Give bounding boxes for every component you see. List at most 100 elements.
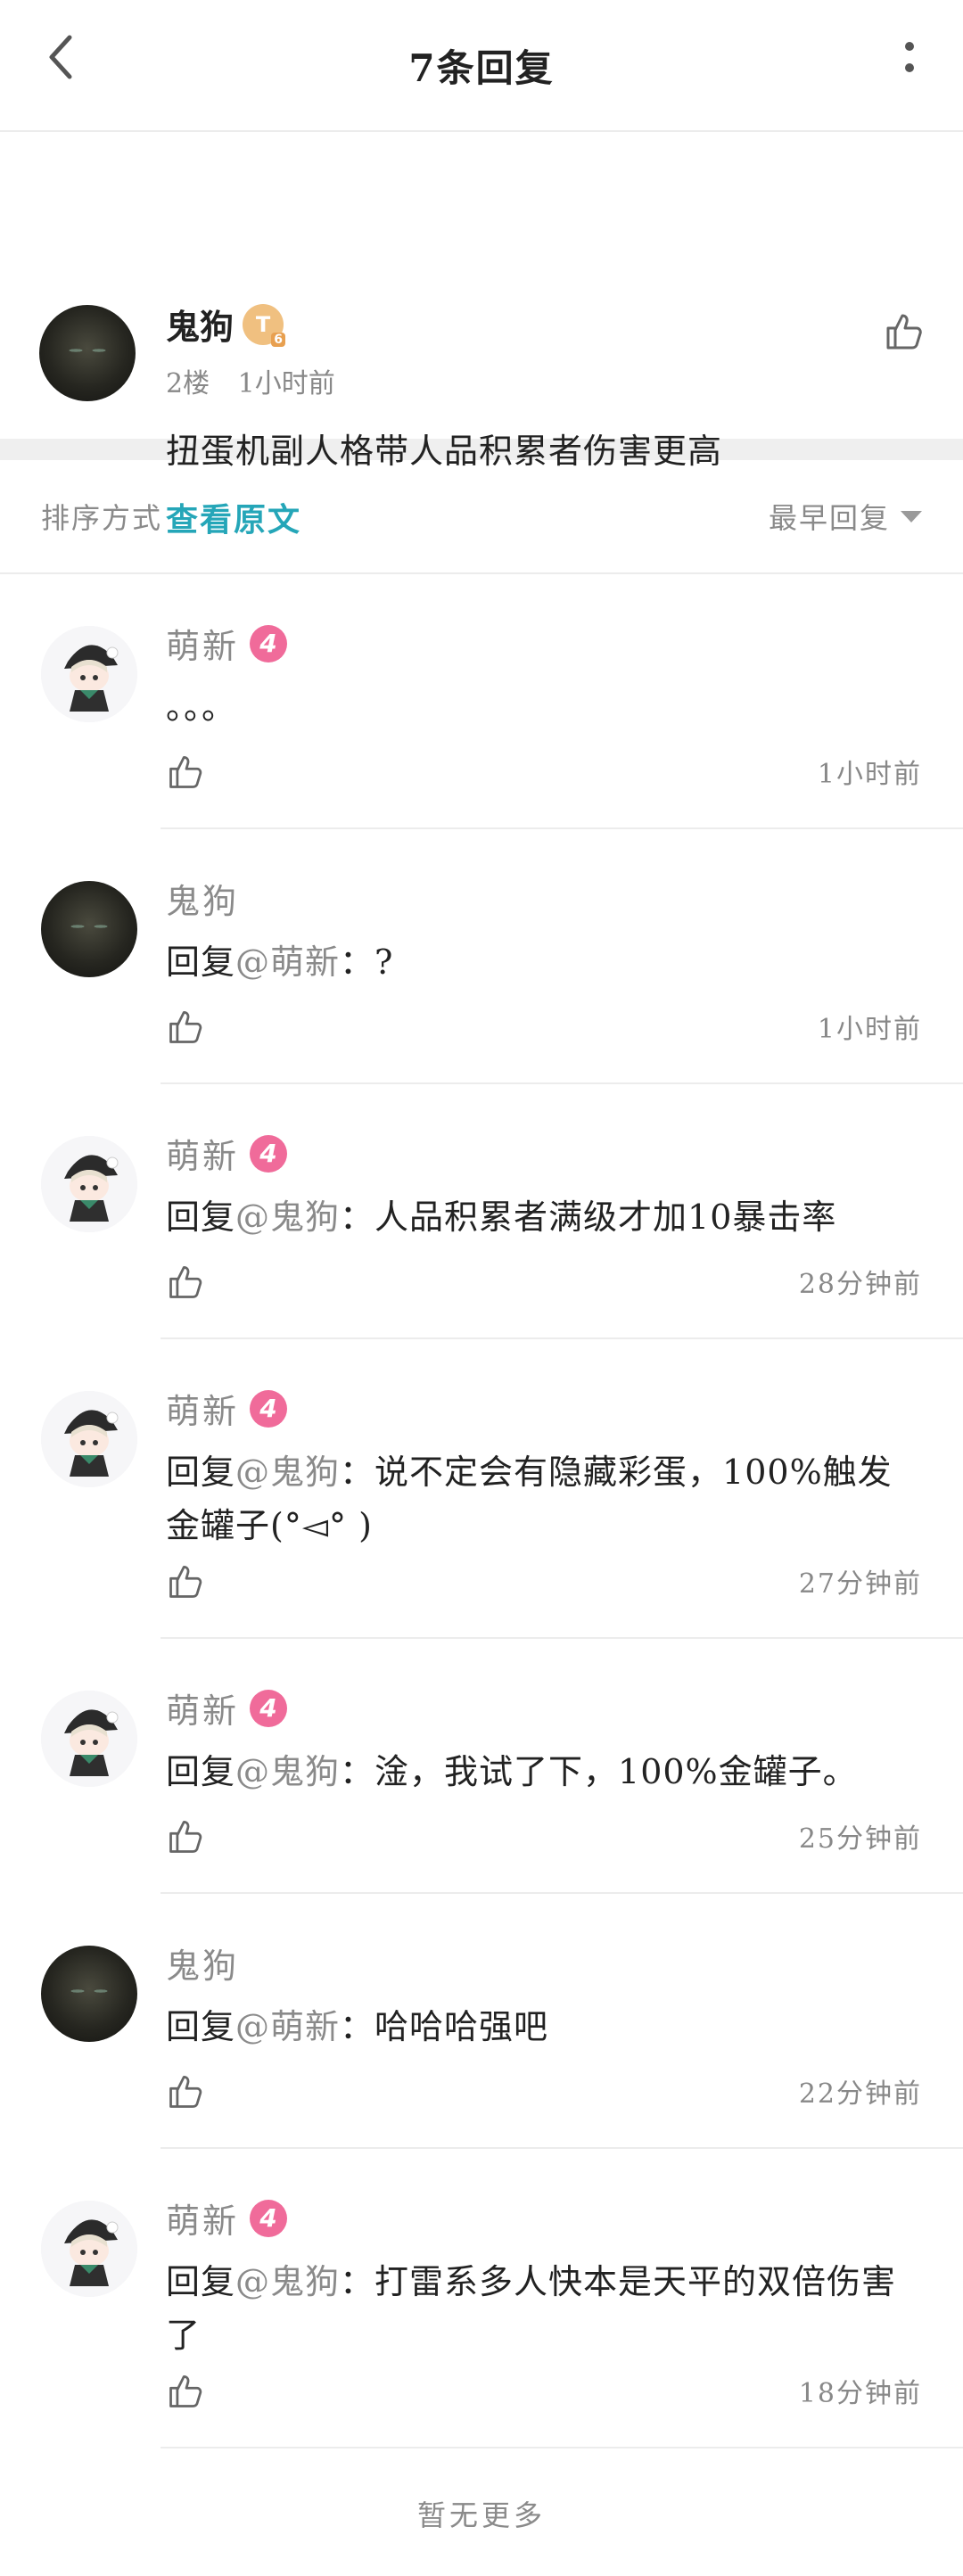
post-meta: 2楼 1小时前	[166, 361, 924, 400]
original-post: 鬼狗 T 6 2楼 1小时前 扭蛋机副人格带人品积累者伤害更高 查看原文	[0, 132, 963, 539]
page-title: 7条回复	[408, 45, 555, 90]
reply-time: 18分钟前	[798, 2378, 922, 2409]
reply-author-name[interactable]: 萌新	[166, 1129, 239, 1178]
reply-list: 萌新 4。。。 1小时前 鬼狗 回复@萌新：? 1小时前 萌新 4 回复@鬼狗：人品积累者满级才…	[0, 574, 963, 2448]
reply-mention[interactable]: @鬼狗	[235, 1197, 340, 1237]
thumbs-up-icon[interactable]	[166, 1815, 207, 1856]
view-original-link[interactable]: 查看原文	[166, 494, 924, 540]
thumbs-up-icon[interactable]	[883, 309, 927, 353]
reply-time: 1小时前	[817, 1014, 922, 1045]
reply-footer: 18分钟前	[166, 2370, 922, 2411]
reply-author-row: 萌新 4	[166, 1129, 922, 1178]
reply-time: 22分钟前	[798, 2078, 922, 2110]
avatar[interactable]	[41, 1946, 137, 2042]
reply-time: 27分钟前	[798, 1568, 922, 1600]
reply-content: 鬼狗回复@萌新：?	[166, 874, 922, 989]
thumbs-up-icon[interactable]	[166, 2070, 207, 2111]
reply-footer: 27分钟前	[166, 1560, 922, 1601]
reply-text: 回复@鬼狗：淦，我试了下，100%金罐子。	[166, 1745, 922, 1798]
reply-footer: 28分钟前	[166, 1261, 922, 1302]
reply-prefix: 回复	[166, 1197, 236, 1237]
avatar[interactable]	[41, 881, 137, 977]
floor-number: 2楼	[166, 368, 210, 399]
reply-item[interactable]: 萌新 4 回复@鬼狗：淦，我试了下，100%金罐子。 25分钟前	[0, 1639, 963, 1894]
reply-text: 。。。	[166, 680, 922, 734]
reply-time: 1小时前	[817, 759, 922, 790]
reply-mention[interactable]: @萌新	[235, 2007, 340, 2046]
reply-content: 萌新 4 回复@鬼狗：说不定会有隐藏彩蛋，100%触发金罐子(°◅° )	[166, 1384, 922, 1552]
thumbs-up-icon[interactable]	[166, 751, 207, 792]
post-text: 扭蛋机副人格带人品积累者伤害更高	[166, 432, 723, 471]
reply-mention[interactable]: @萌新	[235, 942, 340, 982]
reply-item[interactable]: 鬼狗回复@萌新：? 1小时前	[0, 829, 963, 1084]
thumbs-up-icon[interactable]	[166, 1006, 207, 1047]
reply-author-name[interactable]: 鬼狗	[166, 874, 239, 923]
reply-content: 萌新 4 。。。	[166, 619, 922, 734]
reply-author-row: 鬼狗	[166, 874, 922, 923]
avatar[interactable]	[39, 305, 136, 401]
reply-prefix: 回复	[166, 2262, 236, 2301]
reply-mention[interactable]: @鬼狗	[235, 1453, 340, 1492]
reply-author-row: 萌新 4	[166, 2193, 922, 2243]
avatar[interactable]	[41, 1136, 137, 1232]
reply-prefix: 回复	[166, 1453, 236, 1492]
reply-body: ：哈哈哈强吧	[340, 2007, 549, 2046]
reply-author-row: 萌新 4	[166, 619, 922, 668]
level-badge-icon: 4	[250, 2199, 288, 2237]
thumbs-up-icon[interactable]	[166, 1560, 207, 1601]
reply-footer: 1小时前	[166, 1006, 922, 1047]
reply-author-name[interactable]: 萌新	[166, 1683, 239, 1732]
reply-body: ：淦，我试了下，100%金罐子。	[340, 1752, 858, 1791]
badge-sub: 6	[271, 332, 286, 347]
reply-text: 回复@鬼狗：说不定会有隐藏彩蛋，100%触发金罐子(°◅° )	[166, 1445, 922, 1552]
reply-author-name[interactable]: 鬼狗	[166, 1938, 239, 1988]
reply-item[interactable]: 鬼狗回复@萌新：哈哈哈强吧 22分钟前	[0, 1894, 963, 2149]
reply-text: 回复@鬼狗：人品积累者满级才加10暴击率	[166, 1190, 922, 1244]
author-name[interactable]: 鬼狗	[166, 300, 234, 349]
badge-letter: T	[255, 311, 271, 337]
top-bar: 7条回复	[0, 0, 963, 132]
level-badge-icon: 4	[250, 1134, 288, 1173]
reply-author-name[interactable]: 萌新	[166, 1384, 239, 1433]
reply-author-row: 萌新 4	[166, 1683, 922, 1732]
reply-footer: 1小时前	[166, 751, 922, 792]
reply-text: 回复@萌新：?	[166, 935, 922, 989]
thumbs-up-icon[interactable]	[166, 1261, 207, 1302]
level-badge-icon: 4	[250, 1689, 288, 1727]
reply-content: 萌新 4 回复@鬼狗：淦，我试了下，100%金罐子。	[166, 1683, 922, 1798]
reply-item[interactable]: 萌新 4 回复@鬼狗：打雷系多人快本是天平的双倍伤害了 18分钟前	[0, 2149, 963, 2448]
reply-author-row: 鬼狗	[166, 1938, 922, 1988]
reply-prefix: 回复	[166, 2007, 236, 2046]
reply-author-row: 萌新 4	[166, 1384, 922, 1433]
reply-item[interactable]: 萌新 4 回复@鬼狗：说不定会有隐藏彩蛋，100%触发金罐子(°◅° ) 27分钟前	[0, 1339, 963, 1639]
avatar[interactable]	[41, 1391, 137, 1487]
reply-item[interactable]: 萌新 4 回复@鬼狗：人品积累者满级才加10暴击率 28分钟前	[0, 1084, 963, 1339]
avatar[interactable]	[41, 1691, 137, 1787]
reply-footer: 22分钟前	[166, 2070, 922, 2111]
original-post-body: 鬼狗 T 6 2楼 1小时前 扭蛋机副人格带人品积累者伤害更高 查看原文	[166, 300, 924, 540]
reply-author-name[interactable]: 萌新	[166, 2193, 239, 2243]
no-more-text: 暂无更多	[416, 2498, 546, 2532]
reply-content: 萌新 4 回复@鬼狗：打雷系多人快本是天平的双倍伤害了	[166, 2193, 922, 2362]
reply-mention[interactable]: @鬼狗	[235, 2262, 340, 2301]
level-badge-icon: 4	[250, 1389, 288, 1428]
author-row: 鬼狗 T 6	[166, 300, 924, 349]
reply-prefix: 回复	[166, 1752, 236, 1791]
reply-time: 28分钟前	[798, 1269, 922, 1300]
reply-content: 萌新 4 回复@鬼狗：人品积累者满级才加10暴击率	[166, 1129, 922, 1244]
more-vertical-icon[interactable]	[885, 32, 934, 82]
title-badge-icon: T 6	[243, 303, 286, 347]
back-arrow-icon[interactable]	[36, 32, 86, 82]
reply-divider	[160, 2447, 963, 2448]
reply-time: 25分钟前	[798, 1823, 922, 1855]
reply-prefix: 回复	[166, 942, 236, 982]
avatar[interactable]	[41, 626, 137, 722]
post-time: 1小时前	[237, 368, 335, 399]
reply-author-name[interactable]: 萌新	[166, 619, 239, 668]
reply-body: 。。。	[166, 687, 237, 727]
thumbs-up-icon[interactable]	[166, 2370, 207, 2411]
sort-label: 排序方式	[41, 501, 163, 535]
avatar[interactable]	[41, 2201, 137, 2297]
reply-mention[interactable]: @鬼狗	[235, 1752, 340, 1791]
reply-item[interactable]: 萌新 4 。。。 1小时前	[0, 574, 963, 829]
